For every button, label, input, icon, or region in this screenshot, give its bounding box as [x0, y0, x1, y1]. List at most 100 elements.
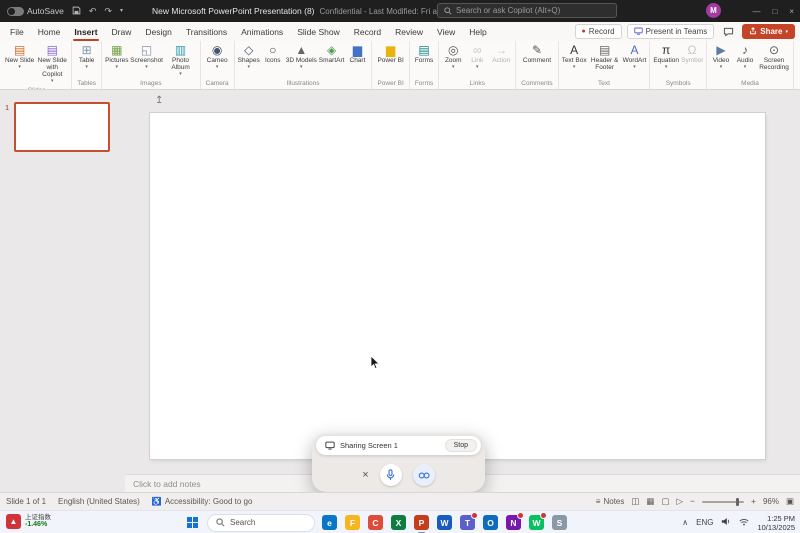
zoom-slider[interactable]	[702, 501, 744, 503]
microphone-button[interactable]	[380, 464, 402, 486]
wordart-button[interactable]: AWordArt▾	[622, 42, 648, 71]
action-icon: →	[495, 43, 507, 57]
chart-button[interactable]: ▆Chart	[345, 42, 369, 64]
taskbar-app-file-explorer[interactable]: F	[343, 513, 362, 532]
start-button[interactable]	[183, 513, 202, 532]
zoom-in-button[interactable]: +	[751, 497, 756, 506]
power-bi-button[interactable]: ▆Power BI	[376, 42, 404, 64]
3d-models-button[interactable]: ▲3D Models▾	[285, 42, 318, 71]
close-button[interactable]: ×	[789, 7, 794, 16]
taskbar-app-onenote[interactable]: N	[504, 513, 523, 532]
taskbar-app-chrome[interactable]: C	[366, 513, 385, 532]
table-button[interactable]: ⊞Table▾	[75, 42, 99, 71]
new-slide-with-copilot-button[interactable]: ▤New Slide with Copilot▾	[35, 42, 69, 85]
menu-tab-help[interactable]: Help	[462, 22, 493, 41]
undo-button[interactable]: ↶	[89, 7, 97, 16]
normal-view-button[interactable]: ◫	[631, 497, 639, 506]
taskbar-app-wechat[interactable]: W	[527, 513, 546, 532]
clock[interactable]: 1:25 PM 10/13/2025	[757, 514, 795, 532]
comment-button[interactable]: ✎Comment	[522, 42, 552, 64]
language-selector[interactable]: English (United States)	[58, 497, 140, 506]
minimize-button[interactable]: —	[752, 7, 760, 16]
taskbar-app-powerpoint[interactable]: P	[412, 513, 431, 532]
taskbar-app-edge[interactable]: e	[320, 513, 339, 532]
new-slide-button[interactable]: ▤New Slide▾	[4, 42, 35, 71]
menu-tab-draw[interactable]: Draw	[105, 22, 139, 41]
smartart-icon: ◈	[327, 43, 336, 57]
menu-tab-slide-show[interactable]: Slide Show	[290, 22, 347, 41]
search-icon	[444, 7, 452, 15]
taskbar-app-settings[interactable]: S	[550, 513, 569, 532]
screenshot-button[interactable]: ◱Screenshot▾	[130, 42, 164, 71]
chevron-down-icon: ▾	[720, 65, 723, 71]
video-button[interactable]: ▶Video▾	[709, 42, 733, 71]
menu-tab-record[interactable]: Record	[347, 22, 388, 41]
input-language-indicator[interactable]: ENG	[696, 518, 713, 527]
notes-toggle[interactable]: ≡ Notes	[596, 497, 625, 506]
network-icon[interactable]	[739, 518, 749, 528]
record-button[interactable]: ● Record	[575, 24, 622, 39]
quick-access-more-button[interactable]: ▾	[120, 8, 123, 14]
camera-button[interactable]	[413, 464, 435, 486]
menu-tab-review[interactable]: Review	[388, 22, 430, 41]
slide-editing-surface[interactable]	[150, 113, 765, 459]
menu-tab-design[interactable]: Design	[138, 22, 178, 41]
search-input[interactable]	[456, 6, 610, 15]
menu-tab-animations[interactable]: Animations	[234, 22, 290, 41]
microphone-icon	[385, 469, 396, 481]
autosave-toggle[interactable]: AutoSave	[7, 6, 64, 16]
comments-button[interactable]	[719, 24, 737, 39]
volume-icon[interactable]	[721, 517, 731, 528]
menu-tab-transitions[interactable]: Transitions	[179, 22, 234, 41]
present-in-teams-button[interactable]: Present in Teams	[627, 24, 715, 39]
taskbar-search[interactable]: Search	[207, 514, 315, 532]
zoom-button[interactable]: ◎Zoom▾	[441, 42, 465, 71]
zoom-level[interactable]: 96%	[763, 497, 779, 506]
pictures-button[interactable]: ▦Pictures▾	[104, 42, 129, 71]
slideshow-button[interactable]: ▷	[676, 497, 683, 506]
share-button[interactable]: Share ▾	[742, 24, 795, 39]
reading-view-button[interactable]: ▢	[661, 497, 669, 506]
close-sharing-button[interactable]: ×	[362, 470, 368, 481]
save-button[interactable]	[72, 6, 81, 17]
text-box-button[interactable]: AText Box▾	[561, 42, 588, 71]
maximize-button[interactable]: □	[772, 7, 777, 16]
chevron-down-icon: ▾	[744, 65, 747, 71]
taskbar-app-word[interactable]: W	[435, 513, 454, 532]
cameo-button[interactable]: ◉Cameo▾	[205, 42, 229, 71]
screenshot-label: Screenshot	[130, 57, 163, 64]
avatar[interactable]: M	[706, 3, 721, 18]
copilot-search-box[interactable]	[437, 3, 617, 18]
ribbon-group-label: Media	[709, 78, 791, 89]
accessibility-label: Accessibility: Good to go	[165, 497, 253, 506]
photo-album-button[interactable]: ▥Photo Album▾	[164, 42, 198, 78]
link-button: ∞Link▾	[465, 42, 489, 71]
screen-recording-button[interactable]: ⊙Screen Recording	[757, 42, 791, 71]
shapes-button[interactable]: ◇Shapes▾	[237, 42, 261, 71]
menu-tab-home[interactable]: Home	[31, 22, 68, 41]
smartart-button[interactable]: ◈SmartArt	[318, 42, 346, 64]
slide-thumbnail[interactable]	[14, 102, 110, 152]
redo-button[interactable]: ↷	[104, 7, 112, 16]
stop-sharing-button[interactable]: Stop	[445, 439, 477, 452]
taskbar-app-excel[interactable]: X	[389, 513, 408, 532]
tray-chevron-icon[interactable]: ∧	[682, 518, 688, 527]
slide-sorter-button[interactable]: ▦	[646, 497, 654, 506]
canvas-tool-icon[interactable]: ↥	[155, 95, 163, 106]
zoom-slider-thumb[interactable]	[736, 498, 739, 506]
header-footer-button[interactable]: ▤Header & Footer	[588, 42, 622, 71]
zoom-out-button[interactable]: −	[690, 497, 695, 506]
forms-button[interactable]: ▤Forms	[412, 42, 436, 64]
taskbar-app-outlook[interactable]: O	[481, 513, 500, 532]
icons-button[interactable]: ○Icons	[261, 42, 285, 64]
menu-tab-file[interactable]: File	[3, 22, 31, 41]
audio-button[interactable]: ♪Audio▾	[733, 42, 757, 71]
widgets-button[interactable]: ▲ 上证指数 -1.46%	[6, 514, 51, 530]
taskbar-app-teams[interactable]: T	[458, 513, 477, 532]
accessibility-status[interactable]: ♿ Accessibility: Good to go	[152, 497, 253, 506]
equation-button[interactable]: πEquation▾	[652, 42, 680, 71]
fit-slide-to-window-button[interactable]: ▣	[786, 497, 794, 506]
menu-tab-insert[interactable]: Insert	[67, 22, 104, 41]
menu-tab-view[interactable]: View	[430, 22, 462, 41]
notification-badge	[471, 512, 478, 519]
